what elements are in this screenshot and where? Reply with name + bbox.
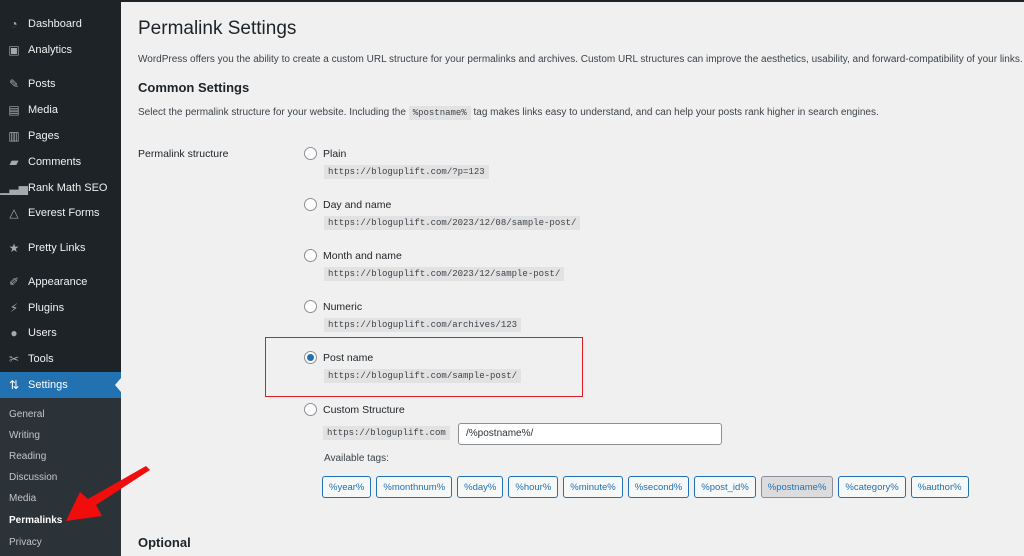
- rank-math-icon: ▁▃▅: [0, 181, 28, 195]
- permalink-structure-label: Permalink structure: [138, 148, 229, 160]
- common-settings-desc: Select the permalink structure for your …: [138, 106, 879, 120]
- sidebar-item-analytics[interactable]: ▣ Analytics: [0, 37, 121, 63]
- settings-submenu: General Writing Reading Discussion Media…: [0, 398, 121, 556]
- comment-icon: ▰: [9, 155, 19, 169]
- optional-heading: Optional: [138, 535, 191, 550]
- option-custom-structure: Custom Structure: [304, 403, 405, 416]
- wrench-icon: ✂: [8, 352, 20, 366]
- radio-day-and-name[interactable]: Day and name: [304, 198, 391, 211]
- main-content: Permalink Settings WordPress offers you …: [121, 0, 1024, 556]
- sidebar-item-everest-forms[interactable]: △ Everest Forms: [0, 200, 121, 226]
- tag-hour[interactable]: %hour%: [508, 476, 559, 498]
- sidebar-item-plugins[interactable]: ⚡ Plugins: [0, 295, 121, 321]
- submenu-writing[interactable]: Writing: [9, 430, 40, 441]
- custom-base-url: https://bloguplift.com: [323, 426, 450, 440]
- url-example: https://bloguplift.com/2023/12/sample-po…: [324, 267, 565, 281]
- sidebar-item-media[interactable]: ▤ Media: [0, 97, 121, 123]
- option-day-and-name: Day and name https://bloguplift.com/2023…: [304, 198, 581, 230]
- submenu-privacy[interactable]: Privacy: [9, 537, 42, 548]
- common-settings-heading: Common Settings: [138, 80, 250, 95]
- url-example: https://bloguplift.com/archives/123: [324, 318, 522, 332]
- radio-button[interactable]: [304, 249, 317, 262]
- option-month-and-name: Month and name https://bloguplift.com/20…: [304, 249, 565, 281]
- intro-text: WordPress offers you the ability to crea…: [138, 54, 1024, 65]
- submenu-media[interactable]: Media: [9, 493, 36, 504]
- url-example: https://bloguplift.com/?p=123: [324, 165, 489, 179]
- settings-icon: ⇅: [8, 378, 20, 392]
- option-plain: Plain https://bloguplift.com/?p=123: [304, 147, 489, 179]
- radio-button[interactable]: [304, 403, 317, 416]
- submenu-discussion[interactable]: Discussion: [9, 472, 57, 483]
- sidebar-item-settings[interactable]: ⇅ Settings: [0, 372, 121, 398]
- option-numeric: Numeric https://bloguplift.com/archives/…: [304, 300, 522, 332]
- sidebar-item-dashboard[interactable]: ◔ Dashboard: [0, 11, 121, 37]
- pin-icon: ✎: [8, 77, 20, 91]
- tag-postname[interactable]: %postname%: [760, 476, 834, 498]
- annotation-highlight-box: [265, 337, 583, 397]
- media-icon: ▤: [8, 103, 20, 117]
- pages-icon: ▥: [8, 129, 20, 143]
- tag-post-id[interactable]: %post_id%: [694, 476, 756, 498]
- sidebar-item-posts[interactable]: ✎ Posts: [0, 71, 121, 97]
- postname-code: %postname%: [408, 106, 471, 120]
- submenu-reading[interactable]: Reading: [9, 451, 46, 462]
- tag-category[interactable]: %category%: [838, 476, 906, 498]
- tag-author[interactable]: %author%: [910, 476, 969, 498]
- tag-year[interactable]: %year%: [322, 476, 372, 498]
- radio-button[interactable]: [304, 147, 317, 160]
- tag-second[interactable]: %second%: [627, 476, 690, 498]
- admin-sidebar: ◔ Dashboard ▣ Analytics ✎ Posts ▤ Media ▥ Pag…: [0, 0, 121, 556]
- radio-button[interactable]: [304, 198, 317, 211]
- sidebar-item-tools[interactable]: ✂ Tools: [0, 346, 121, 372]
- pretty-links-icon: ★: [8, 241, 20, 255]
- tag-minute[interactable]: %minute%: [563, 476, 623, 498]
- tag-monthnum[interactable]: %monthnum%: [376, 476, 453, 498]
- url-example: https://bloguplift.com/2023/12/08/sample…: [324, 216, 581, 230]
- available-tags-label: Available tags:: [324, 453, 389, 464]
- sidebar-item-rank-math-seo[interactable]: ▁▃▅ Rank Math SEO: [0, 175, 121, 201]
- page-title: Permalink Settings: [138, 18, 297, 39]
- sidebar-item-pages[interactable]: ▥ Pages: [0, 123, 121, 149]
- radio-numeric[interactable]: Numeric: [304, 300, 362, 313]
- sidebar-item-appearance[interactable]: ✐ Appearance: [0, 269, 121, 295]
- submenu-permalinks[interactable]: Permalinks: [9, 515, 62, 526]
- plugin-icon: ⚡: [9, 301, 19, 315]
- everest-forms-icon: △: [9, 206, 19, 220]
- radio-custom-structure[interactable]: Custom Structure: [304, 403, 405, 416]
- available-tags: %year% %monthnum% %day% %hour% %minute% …: [322, 476, 969, 498]
- tag-day[interactable]: %day%: [457, 476, 504, 498]
- custom-structure-input[interactable]: /%postname%/: [458, 423, 722, 445]
- sidebar-item-comments[interactable]: ▰ Comments: [0, 149, 121, 175]
- radio-month-and-name[interactable]: Month and name: [304, 249, 402, 262]
- brush-icon: ✐: [8, 275, 20, 289]
- dashboard-icon: ◔: [10, 17, 18, 31]
- sidebar-item-users[interactable]: ● Users: [0, 320, 121, 346]
- radio-plain[interactable]: Plain: [304, 147, 346, 160]
- radio-button[interactable]: [304, 300, 317, 313]
- analytics-icon: ▣: [8, 43, 20, 57]
- user-icon: ●: [10, 326, 18, 340]
- sidebar-item-pretty-links[interactable]: ★ Pretty Links: [0, 235, 121, 261]
- submenu-general[interactable]: General: [9, 409, 45, 420]
